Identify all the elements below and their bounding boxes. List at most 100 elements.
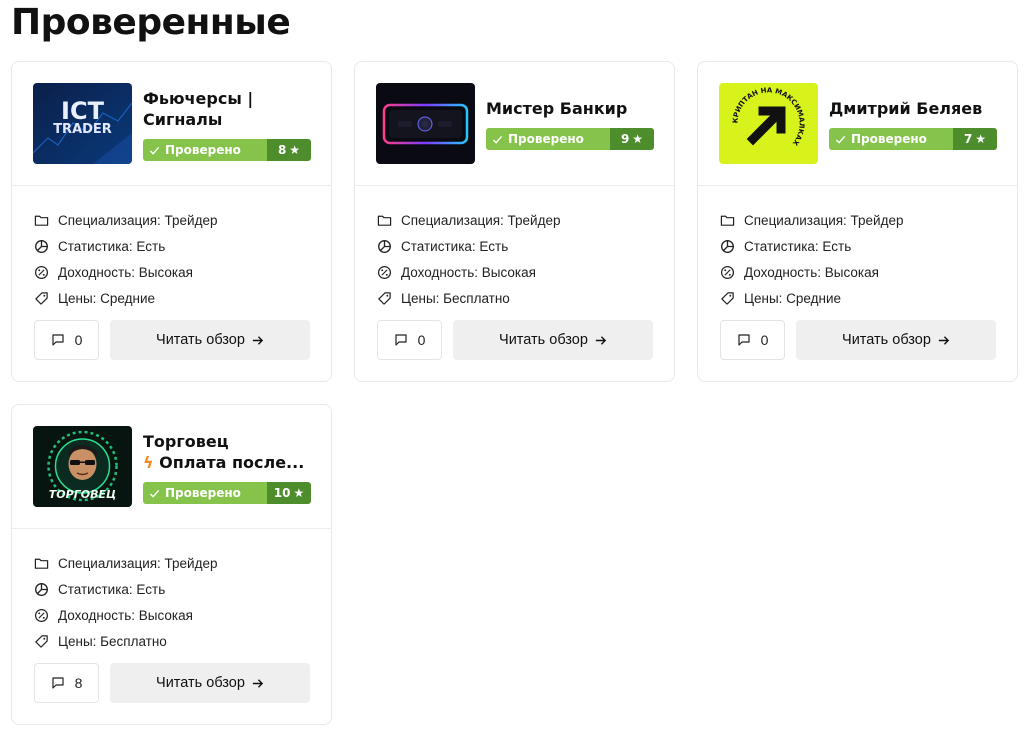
percent-icon — [377, 265, 392, 280]
verified-label: Проверено — [829, 128, 953, 150]
property-statistics: Статистика: Есть — [377, 233, 561, 259]
rating-score: 10 ★ — [267, 482, 311, 504]
card-header: ТОРГОВЕЦ Торговец ϟ Оплата после... Пров… — [12, 405, 331, 529]
thumb-logo-line2: TRADER — [53, 122, 112, 137]
properties-list: Специализация: Трейдер Статистика: Есть … — [34, 550, 218, 654]
check-icon — [835, 135, 846, 144]
comment-icon — [737, 334, 750, 346]
arrow-right-icon — [252, 678, 264, 688]
percent-icon — [34, 265, 49, 280]
property-specialization: Специализация: Трейдер — [377, 207, 561, 233]
tag-icon — [377, 291, 392, 306]
verified-text: Проверено — [851, 132, 927, 146]
verified-label: Проверено — [143, 139, 267, 161]
page-title: Проверенные — [11, 2, 291, 43]
pie-chart-icon — [720, 239, 735, 254]
comments-button[interactable]: 0 — [720, 320, 785, 360]
star-icon: ★ — [289, 143, 301, 157]
percent-icon — [34, 608, 49, 623]
channel-thumbnail[interactable]: КРИПТАН НА МАКСИМАЛКАХ — [719, 83, 818, 164]
pie-chart-icon — [34, 239, 49, 254]
verified-badge: Проверено 7 ★ — [829, 128, 997, 150]
comment-icon — [51, 677, 64, 689]
verified-text: Проверено — [165, 143, 241, 157]
channel-name-line2-wrap: ϟ Оплата после... — [143, 452, 318, 473]
comments-count: 8 — [74, 675, 83, 691]
properties-list: Специализация: Трейдер Статистика: Есть … — [720, 207, 904, 311]
property-specialization: Специализация: Трейдер — [34, 550, 218, 576]
comment-icon — [394, 334, 407, 346]
channel-name[interactable]: Фьючерсы | Сигналы — [143, 88, 318, 130]
property-yield: Доходность: Высокая — [34, 602, 218, 628]
verified-label: Проверено — [143, 482, 267, 504]
arrow-right-icon — [938, 335, 950, 345]
property-yield: Доходность: Высокая — [377, 259, 561, 285]
property-prices: Цены: Средние — [34, 285, 218, 311]
channel-thumbnail[interactable]: ТОРГОВЕЦ — [33, 426, 132, 507]
properties-list: Специализация: Трейдер Статистика: Есть … — [377, 207, 561, 311]
read-review-label: Читать обзор — [156, 675, 245, 691]
channel-name[interactable]: Торговец ϟ Оплата после... — [143, 431, 318, 473]
comments-button[interactable]: 8 — [34, 663, 99, 703]
star-icon: ★ — [632, 132, 644, 146]
torgovets-avatar-image: ТОРГОВЕЦ — [33, 426, 132, 507]
verified-text: Проверено — [165, 486, 241, 500]
read-review-button[interactable]: Читать обзор — [110, 663, 310, 703]
pie-chart-icon — [34, 582, 49, 597]
star-icon: ★ — [975, 132, 987, 146]
banker-device-image — [376, 83, 475, 164]
comments-button[interactable]: 0 — [34, 320, 99, 360]
rating-score: 8 ★ — [267, 139, 311, 161]
properties-list: Специализация: Трейдер Статистика: Есть … — [34, 207, 218, 311]
channel-name-line2: Оплата после... — [159, 453, 305, 472]
rating-score: 9 ★ — [610, 128, 654, 150]
property-statistics: Статистика: Есть — [720, 233, 904, 259]
check-icon — [149, 489, 160, 498]
rating-score: 7 ★ — [953, 128, 997, 150]
check-icon — [492, 135, 503, 144]
verified-badge: Проверено 10 ★ — [143, 482, 311, 504]
channel-name[interactable]: Дмитрий Беляев — [829, 98, 1004, 119]
pie-chart-icon — [377, 239, 392, 254]
comments-count: 0 — [417, 332, 426, 348]
channel-thumbnail[interactable]: ICT TRADER — [33, 83, 132, 164]
channel-name-line1: Фьючерсы | — [143, 89, 254, 108]
percent-icon — [720, 265, 735, 280]
tag-icon — [720, 291, 735, 306]
channel-name[interactable]: Мистер Банкир — [486, 98, 661, 119]
arrow-right-icon — [595, 335, 607, 345]
read-review-label: Читать обзор — [842, 332, 931, 348]
rating-value: 8 — [277, 143, 287, 157]
tag-icon — [34, 634, 49, 649]
read-review-button[interactable]: Читать обзор — [796, 320, 996, 360]
comments-count: 0 — [760, 332, 769, 348]
folder-icon — [377, 213, 392, 228]
rating-value: 9 — [620, 132, 630, 146]
read-review-label: Читать обзор — [499, 332, 588, 348]
read-review-button[interactable]: Читать обзор — [453, 320, 653, 360]
comment-icon — [51, 334, 64, 346]
arrow-right-icon — [252, 335, 264, 345]
check-icon — [149, 146, 160, 155]
channel-thumbnail[interactable] — [376, 83, 475, 164]
verified-badge: Проверено 9 ★ — [486, 128, 654, 150]
folder-icon — [34, 556, 49, 571]
card-header: КРИПТАН НА МАКСИМАЛКАХ Дмитрий Беляев Пр… — [698, 62, 1017, 186]
verified-label: Проверено — [486, 128, 610, 150]
star-icon: ★ — [293, 486, 305, 500]
folder-icon — [34, 213, 49, 228]
verified-badge: Проверено 8 ★ — [143, 139, 311, 161]
read-review-button[interactable]: Читать обзор — [110, 320, 310, 360]
rating-value: 7 — [963, 132, 973, 146]
property-prices: Цены: Бесплатно — [34, 628, 218, 654]
folder-icon — [720, 213, 735, 228]
property-prices: Цены: Средние — [720, 285, 904, 311]
read-review-label: Читать обзор — [156, 332, 245, 348]
channel-card: ТОРГОВЕЦ Торговец ϟ Оплата после... Пров… — [11, 404, 332, 725]
comments-button[interactable]: 0 — [377, 320, 442, 360]
property-yield: Доходность: Высокая — [34, 259, 218, 285]
channel-name-line1: Мистер Банкир — [486, 99, 628, 118]
comments-count: 0 — [74, 332, 83, 348]
property-specialization: Специализация: Трейдер — [720, 207, 904, 233]
thumb-logo-line1: ICT — [61, 97, 105, 125]
